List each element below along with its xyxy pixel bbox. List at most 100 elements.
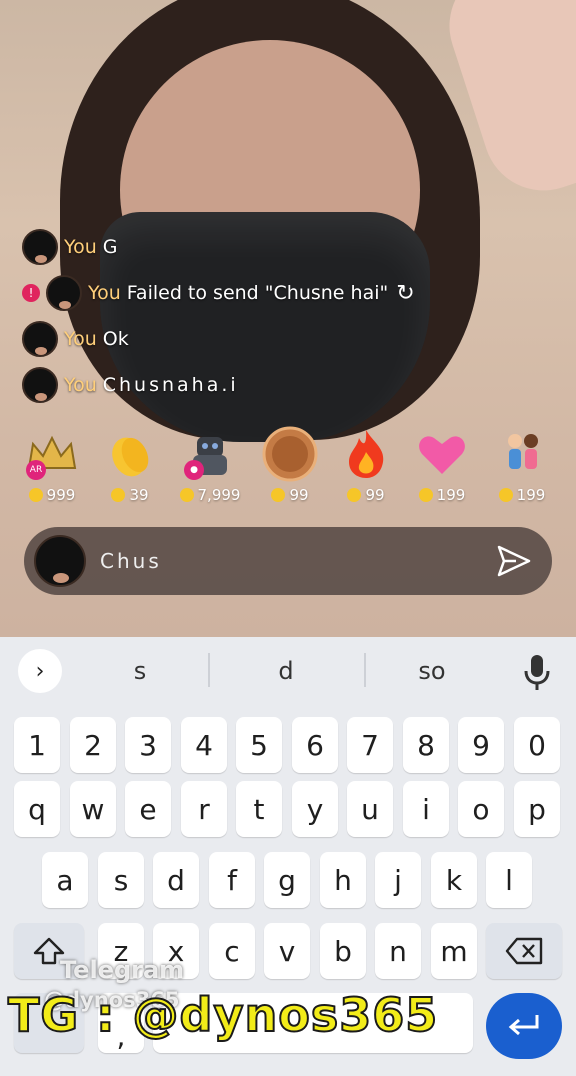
key-0[interactable]: 0 (514, 717, 560, 773)
key-2[interactable]: 2 (70, 717, 116, 773)
chat-message: You G (22, 228, 522, 266)
suggestion[interactable]: d (246, 657, 326, 685)
key-7[interactable]: 7 (347, 717, 393, 773)
chat-message-failed: ! You Failed to send "Chusne hai" ↻ (22, 274, 522, 312)
key-5[interactable]: 5 (236, 717, 282, 773)
watermark-banner: TG : @dynos365 (7, 987, 439, 1043)
key-1[interactable]: 1 (14, 717, 60, 773)
gift-item[interactable]: 99 (252, 426, 328, 504)
robot-icon: ● (182, 428, 238, 480)
key-w[interactable]: w (70, 781, 116, 837)
key-n[interactable]: n (375, 923, 421, 979)
chat-sender: You (88, 282, 121, 304)
crown-icon: AR (24, 428, 80, 480)
key-p[interactable]: p (514, 781, 560, 837)
key-j[interactable]: j (375, 852, 421, 908)
suggestion-bar: › s d so (0, 637, 576, 707)
key-v[interactable]: v (264, 923, 310, 979)
couple-icon (494, 428, 550, 480)
send-icon[interactable] (496, 543, 532, 579)
key-4[interactable]: 4 (181, 717, 227, 773)
key-h[interactable]: h (320, 852, 366, 908)
medal-icon (262, 426, 318, 482)
suggestion[interactable]: so (392, 657, 472, 685)
microphone-icon[interactable] (522, 653, 552, 691)
avatar[interactable] (22, 321, 58, 357)
key-a[interactable]: a (42, 852, 88, 908)
key-k[interactable]: k (431, 852, 477, 908)
comment-input[interactable]: Chus (100, 549, 496, 573)
key-3[interactable]: 3 (125, 717, 171, 773)
gift-price: 99 (289, 486, 309, 504)
key-t[interactable]: t (236, 781, 282, 837)
avatar[interactable] (46, 275, 82, 311)
gift-price: 199 (516, 486, 546, 504)
key-e[interactable]: e (125, 781, 171, 837)
chat-message: You Chusnaha.i (22, 366, 522, 404)
hearts-icon (414, 428, 470, 480)
chat-text: Chusnaha.i (102, 374, 239, 396)
clap-icon (102, 428, 158, 480)
key-6[interactable]: 6 (292, 717, 338, 773)
key-b[interactable]: b (320, 923, 366, 979)
key-l[interactable]: l (486, 852, 532, 908)
gift-item[interactable]: 199 (404, 428, 480, 504)
divider (364, 653, 366, 687)
live-video: You G ! You Failed to send "Chusne hai" ↻ … (0, 0, 576, 640)
key-8[interactable]: 8 (403, 717, 449, 773)
gift-item[interactable]: AR 999 (14, 428, 90, 504)
comment-composer[interactable]: Chus (24, 527, 552, 595)
coin-icon (271, 488, 286, 502)
key-o[interactable]: o (458, 781, 504, 837)
coin-icon (418, 488, 433, 502)
coin-icon (498, 488, 513, 502)
gift-tag: ● (184, 460, 204, 480)
key-i[interactable]: i (403, 781, 449, 837)
chat-message: You Ok (22, 320, 522, 358)
coin-icon (347, 488, 362, 502)
error-icon: ! (22, 284, 40, 302)
avatar[interactable] (22, 367, 58, 403)
watermark-telegram: Telegram (60, 956, 185, 984)
coin-icon (28, 488, 43, 502)
coin-icon (111, 488, 126, 502)
gift-price: 39 (129, 486, 149, 504)
suggestion[interactable]: s (100, 657, 180, 685)
key-u[interactable]: u (347, 781, 393, 837)
gift-item[interactable]: ● 7,999 (172, 428, 248, 504)
key-q[interactable]: q (14, 781, 60, 837)
gift-price: 99 (365, 486, 385, 504)
avatar[interactable] (22, 229, 58, 265)
backspace-icon (505, 937, 543, 965)
gift-price: 199 (436, 486, 466, 504)
key-g[interactable]: g (264, 852, 310, 908)
divider (208, 653, 210, 687)
key-d[interactable]: d (153, 852, 199, 908)
key-m[interactable]: m (431, 923, 477, 979)
chat-sender: You (64, 374, 97, 396)
avatar (34, 535, 86, 587)
key-9[interactable]: 9 (458, 717, 504, 773)
chat-list: You G ! You Failed to send "Chusne hai" ↻ … (22, 228, 522, 412)
gift-tag: AR (26, 460, 46, 480)
gift-item[interactable]: 39 (92, 428, 168, 504)
retry-icon[interactable]: ↻ (396, 281, 414, 306)
fire-icon (338, 428, 394, 480)
chevron-right-icon[interactable]: › (18, 649, 62, 693)
enter-icon (508, 1015, 539, 1036)
gift-bar: AR 999 39 ● 7,999 99 99 199 199 (0, 426, 576, 508)
chat-text: Ok (102, 328, 129, 350)
key-y[interactable]: y (292, 781, 338, 837)
backspace-key[interactable] (486, 923, 562, 979)
gift-price: 7,999 (197, 486, 241, 504)
key-f[interactable]: f (209, 852, 255, 908)
key-s[interactable]: s (98, 852, 144, 908)
key-r[interactable]: r (181, 781, 227, 837)
key-c[interactable]: c (209, 923, 255, 979)
chat-text: Failed to send "Chusne hai" (126, 282, 389, 304)
gift-item[interactable]: 99 (328, 428, 404, 504)
gift-item[interactable]: 199 (484, 428, 560, 504)
chat-sender: You (64, 328, 97, 350)
enter-key[interactable] (486, 993, 562, 1059)
chat-sender: You (64, 236, 97, 258)
